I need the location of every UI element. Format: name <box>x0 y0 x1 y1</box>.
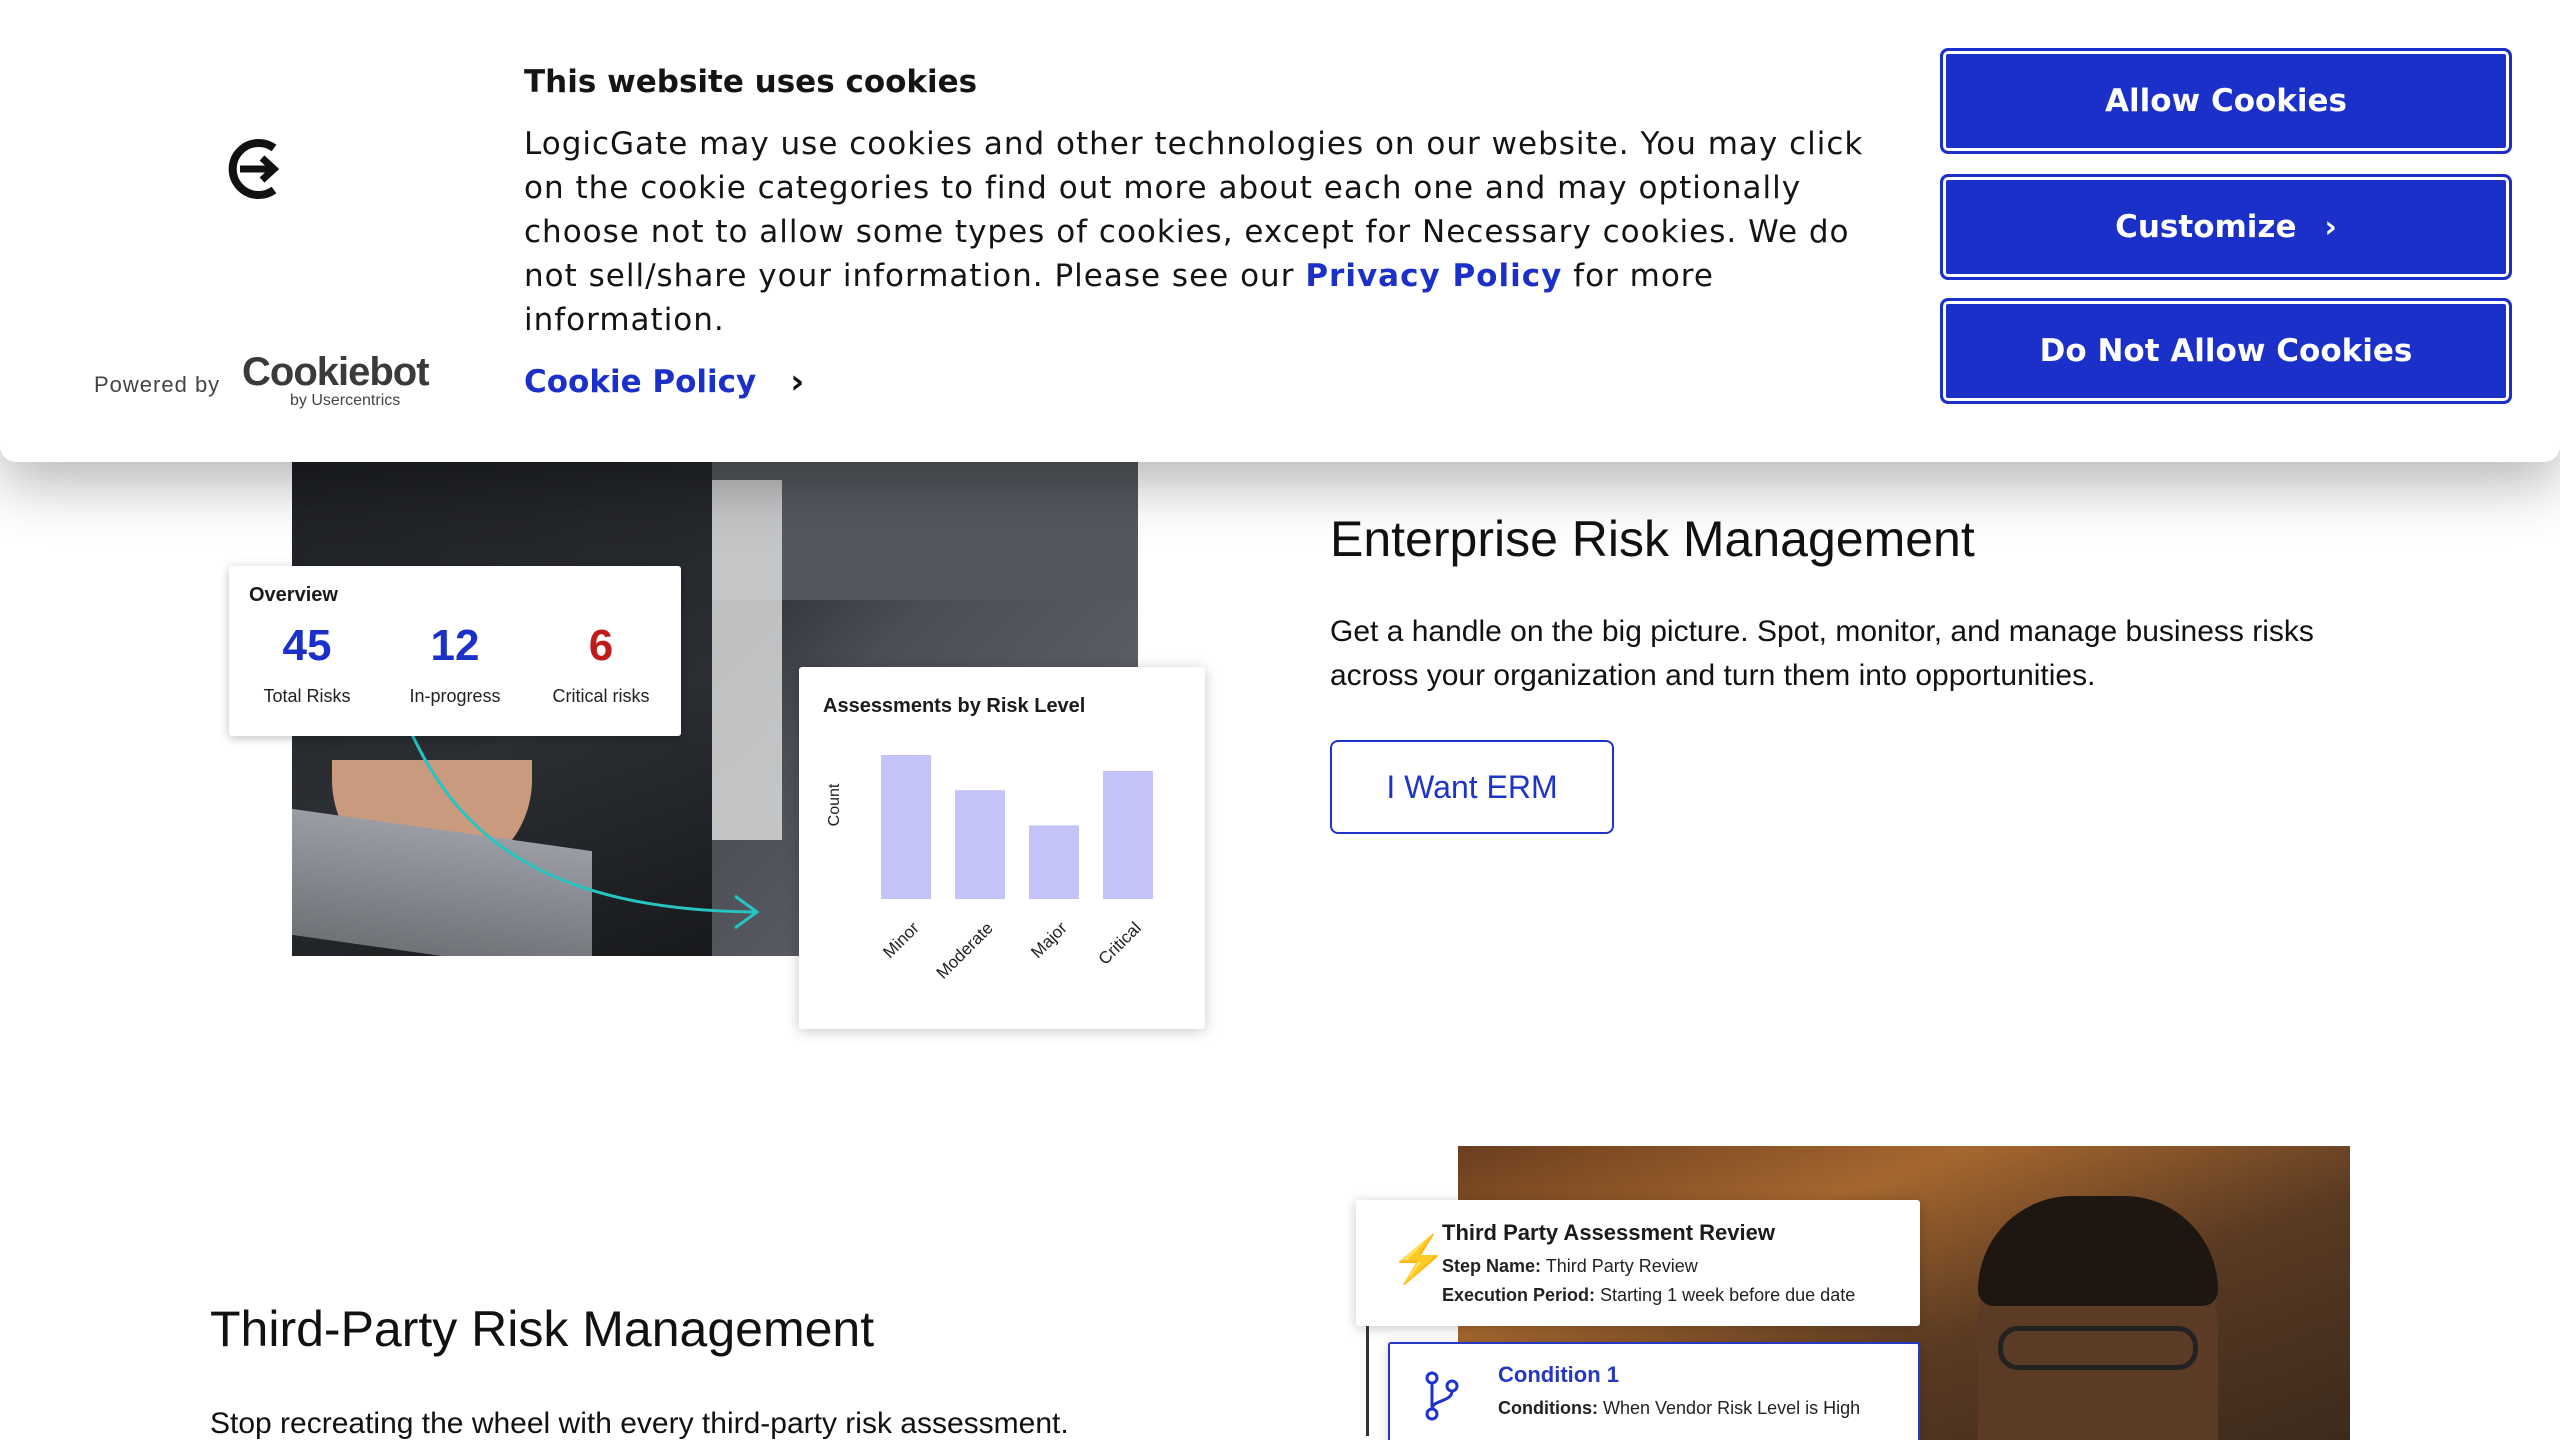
stat-label: In-progress <box>409 686 501 706</box>
workflow-connector <box>1366 1326 1369 1436</box>
stat-value: 45 <box>282 621 332 670</box>
condition-card: Condition 1 Conditions: When Vendor Risk… <box>1388 1342 1920 1440</box>
condition-value: When Vendor Risk Level is High <box>1603 1398 1861 1418</box>
cookiebot-sub: by Usercentrics <box>290 392 401 409</box>
cookiebot-brand: Cookiebot <box>242 350 430 394</box>
allow-cookies-button[interactable]: Allow Cookies <box>1940 48 2512 154</box>
bar-critical <box>1103 771 1153 899</box>
deny-cookies-label: Do Not Allow Cookies <box>2039 333 2413 369</box>
third-party-review-card: ⚡ Third Party Assessment Review Step Nam… <box>1356 1200 1920 1326</box>
card-title: Third Party Assessment Review <box>1442 1220 1775 1245</box>
execution-period-label: Execution Period: <box>1442 1285 1596 1305</box>
chevron-right-icon: › <box>790 362 805 402</box>
page: Overview 45 Total Risks 12 In-progress 6… <box>0 0 2560 1440</box>
cookie-banner-body: LogicGate may use cookies and other tech… <box>524 122 1904 342</box>
stat-total-risks: 45 Total Risks <box>237 624 377 707</box>
stat-value: 6 <box>588 621 614 670</box>
erm-description: Get a handle on the big picture. Spot, m… <box>1330 615 2314 692</box>
bar-major <box>1029 825 1079 899</box>
cookie-policy-link[interactable]: Cookie Policy › <box>524 362 804 402</box>
erm-heading: Enterprise Risk Management <box>1330 511 1975 567</box>
stat-value: 12 <box>430 621 480 670</box>
customize-button[interactable]: Customize › <box>1940 174 2512 280</box>
cookie-policy-label: Cookie Policy <box>524 364 757 400</box>
connector-arrow <box>408 730 760 930</box>
step-name-value: Third Party Review <box>1545 1256 1698 1276</box>
branch-icon <box>1425 1371 1459 1421</box>
do-not-allow-cookies-button[interactable]: Do Not Allow Cookies <box>1940 298 2512 404</box>
condition-title: Condition 1 <box>1498 1362 1619 1387</box>
execution-period-line: Execution Period: Starting 1 week before… <box>1442 1285 1855 1306</box>
bar-moderate <box>955 790 1005 899</box>
execution-period-value: Starting 1 week before due date <box>1600 1285 1856 1305</box>
x-tick-label: Moderate <box>933 918 997 982</box>
privacy-policy-link[interactable]: Privacy Policy <box>1305 258 1562 294</box>
customize-label: Customize <box>2115 209 2297 245</box>
step-name-line: Step Name: Third Party Review <box>1442 1256 1698 1277</box>
x-tick-label: Minor <box>879 918 923 962</box>
x-tick-label: Major <box>1027 918 1071 962</box>
condition-label: Conditions: <box>1498 1398 1598 1418</box>
lightning-bolt-icon: ⚡ <box>1390 1233 1448 1285</box>
powered-by-label: Powered by <box>94 372 221 397</box>
assessments-chart-card: Assessments by Risk Level Count Minor Mode… <box>799 667 1205 1029</box>
x-tick-label: Critical <box>1095 918 1145 968</box>
y-axis-label: Count <box>826 783 843 826</box>
overview-card: Overview 45 Total Risks 12 In-progress 6… <box>229 566 681 736</box>
overview-title: Overview <box>249 584 338 606</box>
stat-in-progress: 12 In-progress <box>385 624 525 707</box>
chevron-right-icon: › <box>2324 209 2337 245</box>
assessments-bar-chart: Count Minor Moderate Major Critical <box>826 755 1153 983</box>
stat-label: Total Risks <box>263 686 351 706</box>
logicgate-logo-icon <box>228 139 280 199</box>
cookie-banner-title: This website uses cookies <box>524 64 978 100</box>
allow-cookies-label: Allow Cookies <box>2104 83 2348 119</box>
stat-critical-risks: 6 Critical risks <box>531 624 671 707</box>
condition-line: Conditions: When Vendor Risk Level is Hi… <box>1498 1398 1860 1419</box>
step-name-label: Step Name: <box>1442 1256 1542 1276</box>
bar-minor <box>881 755 931 899</box>
i-want-erm-button[interactable]: I Want ERM <box>1330 740 1614 834</box>
tprm-heading: Third-Party Risk Management <box>210 1301 875 1357</box>
cookie-banner: Powered by Cookiebot by Usercentrics Thi… <box>0 0 2560 462</box>
cookiebot-logo[interactable]: Cookiebot by Usercentrics <box>242 350 430 410</box>
stat-label: Critical risks <box>552 686 650 706</box>
tprm-description: Stop recreating the wheel with every thi… <box>210 1407 1069 1440</box>
